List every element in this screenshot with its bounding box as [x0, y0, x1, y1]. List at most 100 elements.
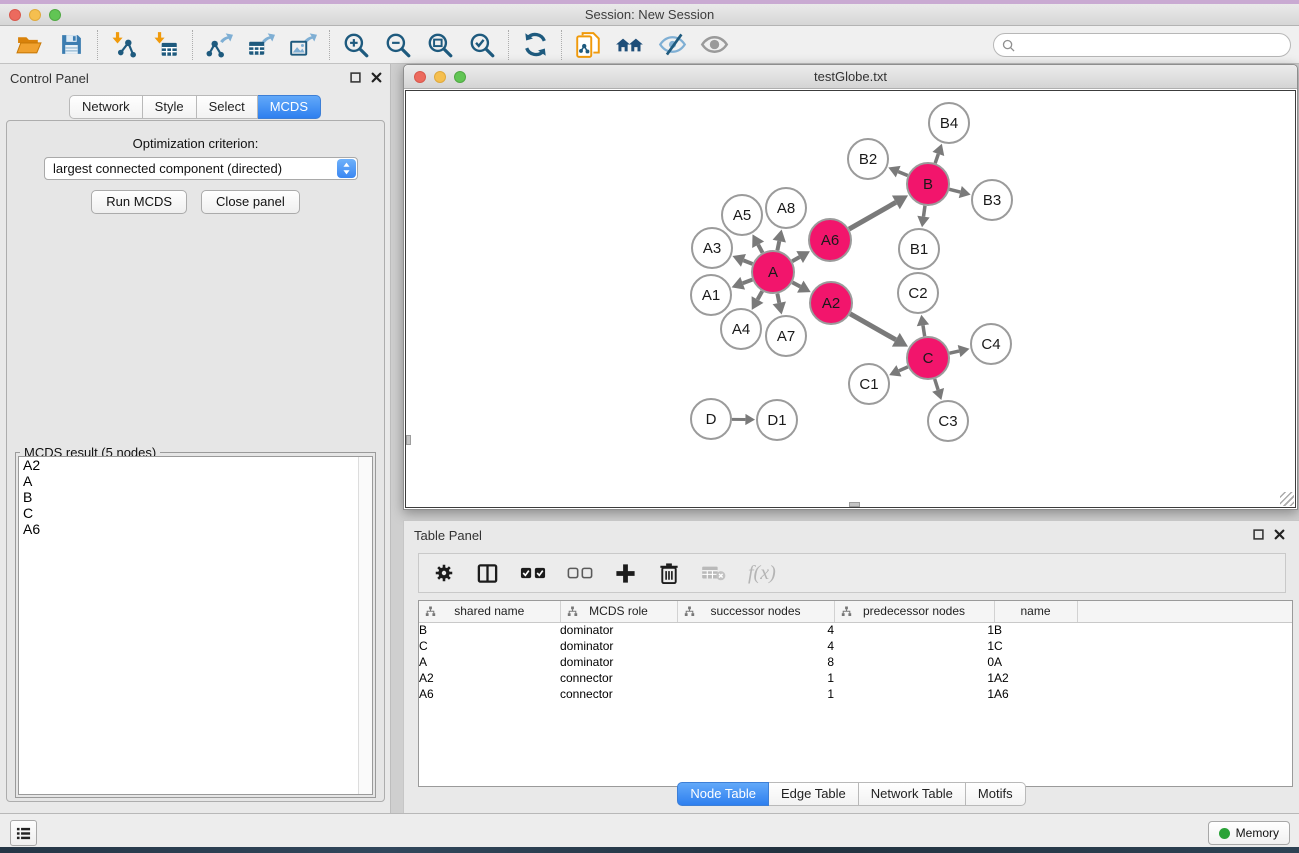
zoom-selected-icon[interactable] — [467, 30, 497, 60]
graph-edge-C-C2[interactable] — [923, 325, 925, 336]
tab-edge-table[interactable]: Edge Table — [769, 782, 859, 806]
column-header-predecessor-nodes[interactable]: predecessor nodes — [834, 601, 994, 622]
tab-node-table[interactable]: Node Table — [677, 782, 769, 806]
columns-icon[interactable] — [476, 562, 499, 585]
graph-node-label: B1 — [910, 241, 928, 258]
column-header-name[interactable]: name — [994, 601, 1077, 622]
graph-edge-A-A8[interactable] — [777, 241, 779, 250]
import-table-icon[interactable] — [151, 30, 181, 60]
tab-motifs[interactable]: Motifs — [966, 782, 1026, 806]
zoom-out-icon[interactable] — [383, 30, 413, 60]
column-type-icon — [425, 606, 436, 617]
table-row[interactable]: Cdominator41C — [419, 638, 1292, 654]
tab-style[interactable]: Style — [143, 95, 197, 119]
graph-edge-A-A1[interactable] — [743, 280, 753, 284]
table-panel-tabs: Node Table Edge Table Network Table Moti… — [404, 782, 1299, 806]
optimization-criterion-dropdown[interactable]: largest connected component (directed) — [44, 157, 358, 180]
graph-edge-C-C4[interactable] — [949, 351, 959, 353]
graph-edge-A-A5[interactable] — [758, 245, 762, 253]
graph-edge-A-A4[interactable] — [758, 291, 763, 299]
close-table-panel-icon[interactable] — [1274, 529, 1285, 540]
search-field[interactable] — [993, 33, 1291, 57]
function-builder-icon[interactable]: f(x) — [748, 562, 776, 585]
first-neighbors-icon[interactable] — [615, 30, 645, 60]
save-session-icon[interactable] — [56, 30, 86, 60]
delete-table-icon[interactable] — [701, 563, 727, 583]
graph-edge-B-B1[interactable] — [923, 206, 924, 217]
network-canvas[interactable]: B4B2BB3A8A5A6A3B1AC2A1A2A4A7C4CC1C3DD1 — [405, 90, 1296, 508]
table-row[interactable]: A2connector11A2 — [419, 670, 1292, 686]
result-item[interactable]: C — [19, 505, 372, 521]
result-scrollbar[interactable] — [358, 457, 372, 794]
search-input[interactable] — [1020, 38, 1290, 52]
add-row-icon[interactable] — [614, 562, 637, 585]
settings-gear-icon[interactable] — [433, 562, 455, 584]
duplicate-network-icon[interactable] — [573, 30, 603, 60]
tab-select[interactable]: Select — [197, 95, 258, 119]
horizontal-scroll-indicator[interactable] — [849, 502, 860, 507]
graph-node-label: A — [768, 264, 778, 281]
graph-edge-B-B2[interactable] — [898, 172, 908, 176]
node-table-body: Bdominator41BCdominator41CAdominator80AA… — [419, 622, 1292, 702]
result-item[interactable]: B — [19, 489, 372, 505]
memory-button[interactable]: Memory — [1208, 821, 1290, 845]
float-table-panel-icon[interactable] — [1253, 529, 1264, 540]
result-item[interactable]: A6 — [19, 521, 372, 537]
graph-edge-A-A7[interactable] — [777, 294, 779, 303]
column-header-shared-name[interactable]: shared name — [419, 601, 560, 622]
graph-edge-C-C1[interactable] — [899, 367, 908, 371]
delete-row-icon[interactable] — [658, 562, 680, 585]
export-network-icon[interactable] — [204, 30, 234, 60]
close-panel-button[interactable]: Close panel — [201, 190, 300, 214]
select-all-icon[interactable] — [520, 565, 546, 581]
column-header-mcds-role[interactable]: MCDS role — [560, 601, 677, 622]
desktop-wallpaper-strip — [0, 847, 1299, 853]
graph-edge-A2-C[interactable] — [850, 314, 896, 340]
network-view-window: testGlobe.txt B4B2BB3A8A5A6A3B1AC2A1A2A4… — [403, 64, 1298, 510]
export-table-icon[interactable] — [246, 30, 276, 60]
control-panel: Control Panel Network Style Select MCDS … — [0, 64, 391, 813]
zoom-in-icon[interactable] — [341, 30, 371, 60]
graph-edge-A-A6[interactable] — [792, 257, 799, 261]
task-history-button[interactable] — [10, 820, 37, 846]
column-type-icon — [684, 606, 695, 617]
column-header-successor-nodes[interactable]: successor nodes — [677, 601, 834, 622]
graph-node-label: B3 — [983, 192, 1001, 209]
network-window-titlebar[interactable]: testGlobe.txt — [404, 65, 1297, 89]
graph-node-label: A5 — [733, 207, 751, 224]
hide-selected-icon[interactable] — [657, 30, 687, 60]
control-panel-header: Control Panel — [0, 64, 390, 92]
graph-node-label: A8 — [777, 200, 795, 217]
graph-edge-A-A3[interactable] — [743, 260, 752, 264]
tab-network[interactable]: Network — [69, 95, 143, 119]
network-window-title: testGlobe.txt — [404, 69, 1297, 84]
graph-edge-B-B4[interactable] — [935, 154, 938, 163]
run-mcds-button[interactable]: Run MCDS — [91, 190, 187, 214]
export-image-icon[interactable] — [288, 30, 318, 60]
tab-mcds[interactable]: MCDS — [258, 95, 321, 119]
graph-edge-C-C3[interactable] — [935, 379, 938, 390]
result-item[interactable]: A2 — [19, 457, 372, 473]
vertical-scroll-indicator[interactable] — [406, 435, 411, 445]
refresh-icon[interactable] — [520, 30, 550, 60]
import-network-icon[interactable] — [109, 30, 139, 60]
graph-node-label: D — [706, 411, 717, 428]
graph-edge-B-B3[interactable] — [949, 189, 960, 192]
app-window: Session: New Session — [0, 0, 1299, 853]
deselect-all-icon[interactable] — [567, 565, 593, 581]
result-item[interactable]: A — [19, 473, 372, 489]
float-panel-icon[interactable] — [350, 72, 361, 83]
graph-edge-A6-B[interactable] — [849, 202, 896, 229]
open-file-icon[interactable] — [14, 30, 44, 60]
window-resize-grip[interactable] — [1280, 492, 1294, 506]
session-title: Session: New Session — [0, 7, 1299, 22]
table-row[interactable]: A6connector11A6 — [419, 686, 1292, 702]
mcds-result-list[interactable]: A2ABCA6 — [18, 456, 373, 795]
tab-network-table[interactable]: Network Table — [859, 782, 966, 806]
table-row[interactable]: Adominator80A — [419, 654, 1292, 670]
show-all-icon[interactable] — [699, 30, 729, 60]
graph-edge-A-A2[interactable] — [792, 282, 800, 286]
close-panel-icon[interactable] — [371, 72, 382, 83]
zoom-fit-icon[interactable] — [425, 30, 455, 60]
table-row[interactable]: Bdominator41B — [419, 622, 1292, 638]
